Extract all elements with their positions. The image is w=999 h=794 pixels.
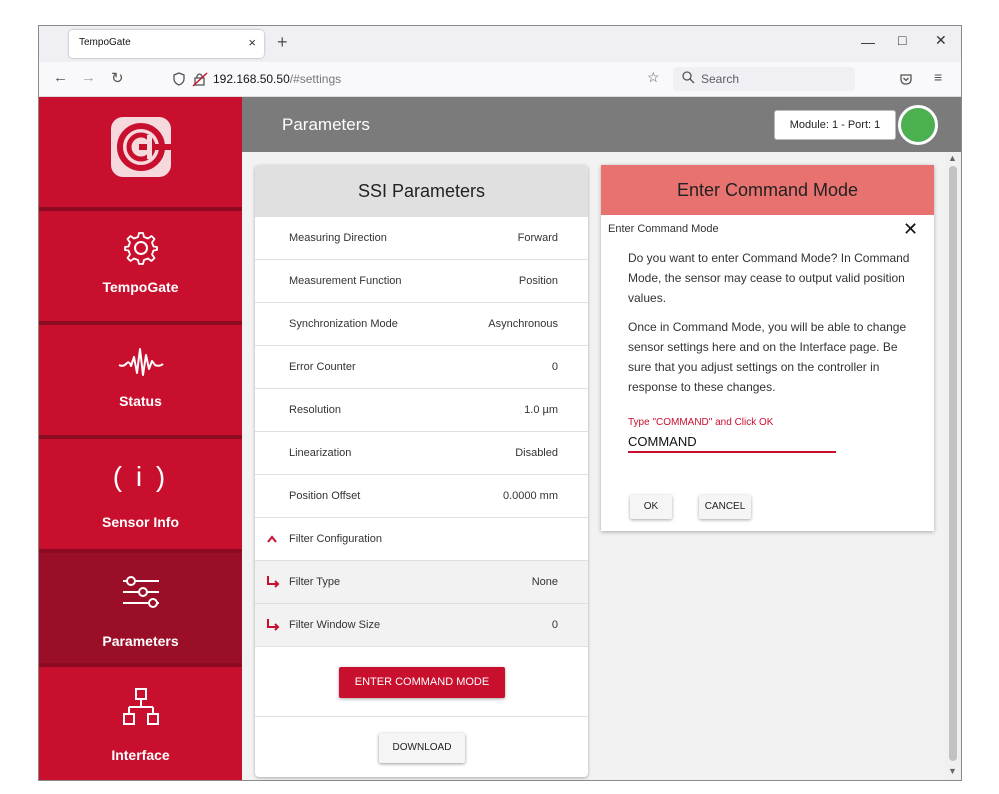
browser-window: TempoGate × + — □ ✕ ← → ↻ 192.168.50.50/… [38, 25, 962, 781]
command-mode-dialog: Enter Command Mode Enter Command Mode ✕ … [601, 165, 934, 531]
page-header: Parameters Module: 1 - Port: 1 [242, 97, 961, 152]
tab-title: TempoGate [79, 37, 131, 48]
connection-status-indicator [898, 105, 938, 145]
sub-item-arrow-icon [267, 619, 280, 631]
download-button[interactable]: DOWNLOAD [379, 733, 465, 763]
param-label: Measurement Function [289, 275, 402, 287]
param-value: 0 [551, 361, 558, 373]
param-value: None [531, 576, 558, 588]
scroll-down-icon[interactable]: ▼ [948, 766, 957, 776]
param-label: Error Counter [289, 361, 356, 373]
param-label: Position Offset [289, 490, 361, 502]
browser-tab[interactable]: TempoGate × [69, 30, 264, 58]
tempogate-logo [111, 117, 171, 177]
bookmark-star-icon[interactable]: ☆ [647, 69, 660, 86]
dialog-title: Enter Command Mode [601, 165, 934, 215]
sidebar-item-interface[interactable]: Interface [39, 667, 242, 780]
param-label: Filter Window Size [289, 619, 381, 631]
param-label: Synchronization Mode [289, 318, 398, 330]
param-value: Position [518, 275, 558, 287]
sidebar-item-status[interactable]: Status [39, 325, 242, 439]
new-tab-icon[interactable]: + [277, 32, 288, 53]
search-icon [682, 71, 695, 84]
scroll-thumb[interactable] [949, 166, 957, 761]
command-input[interactable] [628, 431, 836, 453]
ok-button[interactable]: OK [630, 495, 672, 519]
param-row[interactable]: Filter Type None [255, 561, 588, 604]
param-row[interactable]: Filter Window Size 0 [255, 604, 588, 647]
param-row[interactable]: Error Counter 0 [255, 346, 588, 389]
menu-icon[interactable]: ≡ [934, 69, 942, 85]
param-row[interactable]: Linearization Disabled [255, 432, 588, 475]
chevron-up-icon [267, 535, 277, 543]
maximize-icon[interactable]: □ [898, 32, 906, 48]
back-icon[interactable]: ← [53, 69, 68, 86]
param-row[interactable]: Measurement Function Position [255, 260, 588, 303]
ssi-parameters-card: SSI Parameters Measuring Direction Forwa… [255, 165, 588, 777]
param-row[interactable]: Synchronization Mode Asynchronous [255, 303, 588, 346]
command-input-label: Type "COMMAND" and Click OK [628, 417, 774, 428]
reload-icon[interactable]: ↻ [111, 69, 124, 87]
window-close-icon[interactable]: ✕ [935, 32, 947, 49]
signal-wave-icon [118, 348, 164, 376]
sidebar-item-label: TempoGate [102, 279, 179, 295]
url-field[interactable]: 192.168.50.50/#settings [213, 72, 341, 86]
url-path: /#settings [289, 72, 342, 86]
divider [255, 716, 588, 717]
sliders-icon [123, 576, 159, 608]
param-value: 0.0000 mm [502, 490, 558, 502]
search-placeholder: Search [701, 72, 740, 86]
dialog-subtitle: Enter Command Mode [608, 223, 719, 235]
info-icon: ( i ) [112, 461, 169, 492]
sidebar-item-tempogate[interactable]: TempoGate [39, 211, 242, 325]
shield-icon[interactable] [172, 72, 186, 86]
sidebar-item-label: Interface [111, 747, 170, 763]
param-row[interactable]: Measuring Direction Forward [255, 217, 588, 260]
sidebar-item-parameters[interactable]: Parameters [39, 553, 242, 667]
param-label: Linearization [289, 447, 352, 459]
sidebar-item-label: Parameters [102, 633, 179, 649]
param-value: 1.0 µm [524, 404, 558, 416]
param-value: 0 [551, 619, 558, 631]
dialog-message: Once in Command Mode, you will be able t… [628, 320, 907, 394]
sidebar-logo[interactable] [39, 97, 242, 211]
param-value: Asynchronous [488, 318, 558, 330]
sub-item-arrow-icon [267, 576, 280, 588]
scrollbar[interactable]: ▲ ▼ [945, 152, 961, 780]
url-host: 192.168.50.50 [213, 72, 290, 86]
param-row[interactable]: Resolution 1.0 µm [255, 389, 588, 432]
forward-icon[interactable]: → [81, 69, 96, 86]
param-row[interactable]: Position Offset 0.0000 mm [255, 475, 588, 518]
tab-bar: TempoGate × + — □ ✕ [39, 26, 961, 62]
module-port-select[interactable]: Module: 1 - Port: 1 [774, 110, 896, 140]
pocket-icon[interactable] [899, 72, 913, 86]
dialog-message: Do you want to enter Command Mode? In Co… [628, 251, 910, 305]
app-root: TempoGate Status ( i ) Sensor Info Param… [39, 97, 961, 780]
param-value: Disabled [515, 447, 558, 459]
card-title: SSI Parameters [255, 165, 588, 217]
scroll-up-icon[interactable]: ▲ [948, 153, 957, 163]
param-value: Forward [517, 232, 558, 244]
sidebar-item-sensor-info[interactable]: ( i ) Sensor Info [39, 439, 242, 553]
param-label: Measuring Direction [289, 232, 387, 244]
page-title: Parameters [282, 115, 370, 134]
navigation-bar: ← → ↻ 192.168.50.50/#settings ☆ Search ≡ [39, 62, 961, 97]
param-label: Resolution [289, 404, 341, 416]
sidebar-item-label: Sensor Info [101, 514, 179, 530]
insecure-lock-icon[interactable] [192, 71, 208, 87]
minimize-icon[interactable]: — [861, 34, 875, 50]
network-icon [123, 688, 159, 725]
sidebar: TempoGate Status ( i ) Sensor Info Param… [39, 97, 242, 780]
enter-command-mode-button[interactable]: ENTER COMMAND MODE [339, 667, 505, 698]
section-label: Filter Configuration [289, 533, 382, 545]
search-input[interactable]: Search [673, 67, 855, 91]
sidebar-item-label: Status [119, 393, 162, 409]
gear-icon [124, 232, 158, 265]
main-content: SSI Parameters Measuring Direction Forwa… [242, 152, 945, 780]
filter-configuration-toggle[interactable]: Filter Configuration [255, 518, 588, 561]
close-icon[interactable]: ✕ [903, 219, 918, 240]
param-label: Filter Type [289, 576, 341, 588]
cancel-button[interactable]: CANCEL [699, 495, 751, 519]
tab-close-icon[interactable]: × [248, 35, 256, 50]
